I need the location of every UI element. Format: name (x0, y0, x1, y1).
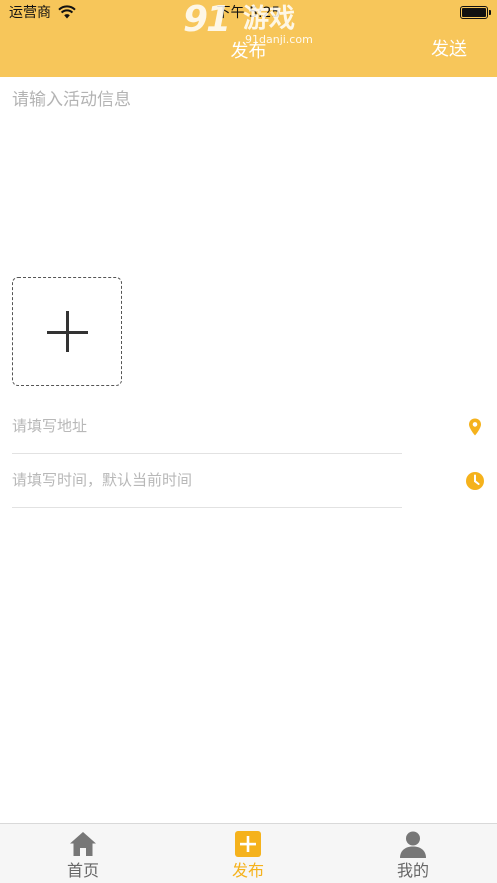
time-divider (12, 507, 402, 508)
tab-mine-label: 我的 (396, 861, 429, 880)
tab-mine[interactable]: 我的 (353, 824, 473, 883)
tab-home[interactable]: 首页 (23, 824, 143, 883)
page-title: 发布 (230, 41, 267, 62)
tab-publish-label: 发布 (231, 861, 264, 880)
time-field-row (12, 456, 497, 508)
header: 运营商 下午 5:25 91 游戏 91danji.com 发布 发送 (0, 0, 497, 77)
activity-info-input[interactable] (12, 88, 484, 258)
add-photo-button[interactable] (12, 277, 122, 386)
battery-icon (460, 6, 491, 19)
tab-home-label: 首页 (66, 861, 99, 880)
location-pin-icon[interactable] (465, 417, 485, 437)
tab-publish[interactable]: 发布 (188, 824, 308, 883)
add-square-icon (235, 831, 261, 857)
home-icon (70, 832, 96, 856)
person-icon (400, 831, 426, 858)
send-button[interactable]: 发送 (431, 38, 467, 62)
watermark-text: 游戏 (243, 4, 296, 34)
address-field-row (12, 402, 497, 454)
publish-screen: 运营商 下午 5:25 91 游戏 91danji.com 发布 发送 请输入活… (0, 0, 497, 883)
time-input[interactable] (12, 456, 402, 504)
clock-icon[interactable] (465, 471, 485, 491)
address-input[interactable] (12, 402, 402, 450)
watermark-number: 91 (183, 0, 231, 40)
tab-bar: 首页 发布 我的 (0, 823, 497, 883)
address-divider (12, 453, 402, 454)
